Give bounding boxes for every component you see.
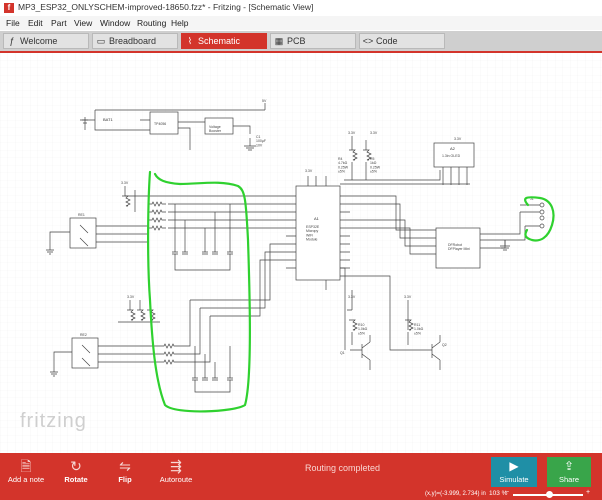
schematic-canvas[interactable]: BAT1 TP4056 Voltage Booster C1 100µF 10V 5V… (0, 53, 602, 453)
tab-breadboard[interactable]: ▭ Breadboard (92, 33, 178, 49)
flip-button[interactable]: ⇋ Flip (108, 457, 142, 484)
code-icon: <> (362, 36, 374, 46)
menu-routing[interactable]: Routing (137, 18, 166, 28)
v33-label-2: 3.3V (370, 131, 378, 135)
menu-file[interactable]: File (6, 18, 20, 28)
sw1-label: RE1 (78, 213, 85, 217)
zoom-slider[interactable] (513, 491, 583, 498)
booster-label: Voltage Booster (209, 125, 222, 133)
flip-icon: ⇋ (119, 458, 131, 474)
v33-left-label: 3.3V (121, 181, 129, 185)
simulate-button[interactable]: ▶ Simulate (491, 457, 537, 487)
tab-code[interactable]: <> Code (359, 33, 445, 49)
tab-welcome[interactable]: ƒ Welcome (3, 33, 89, 49)
power-5v-label: 5V (262, 99, 267, 103)
cursor-coordinates: (x,y)=(-3.999, 2.734) in (425, 491, 486, 497)
bat1-label: BAT1 (103, 117, 113, 122)
view-tab-bar: ƒ Welcome ▭ Breadboard ⌇ Schematic ▦ PCB <> C… (0, 31, 602, 53)
v33-label-1: 3.3V (348, 131, 356, 135)
rotate-button[interactable]: ↻ Rotate (58, 457, 94, 484)
breadboard-icon: ▭ (96, 36, 106, 46)
menu-edit[interactable]: Edit (28, 18, 43, 28)
oled-v33-label: 3.3V (454, 137, 462, 141)
esp-v33-label: 3.3V (305, 169, 313, 173)
pcb-icon: ▦ (274, 36, 284, 46)
rotate-icon: ↻ (70, 458, 82, 474)
zoom-in-icon[interactable]: + (586, 489, 590, 496)
tp4056-label: TP4056 (154, 122, 166, 126)
window-title-bar: f MP3_ESP32_ONLYSCHEM-improved-18650.fzz… (0, 0, 602, 17)
menu-view[interactable]: View (74, 18, 92, 28)
autoroute-button[interactable]: ⇶ Autoroute (156, 457, 196, 484)
bottom-toolbar: 🗎 Add a note ↻ Rotate ⇋ Flip ⇶ Autoroute… (0, 453, 602, 500)
schematic-icon: ⌇ (187, 36, 193, 46)
v33-q2-label: 3.3V (404, 295, 412, 299)
q2-label: Q2 (442, 343, 447, 347)
menu-window[interactable]: Window (100, 18, 130, 28)
menu-help[interactable]: Help (171, 18, 188, 28)
routing-status: Routing completed (305, 463, 381, 473)
schematic-drawing: BAT1 TP4056 Voltage Booster C1 100µF 10V 5V… (0, 53, 602, 453)
tab-schematic[interactable]: ⌇ Schematic (181, 33, 267, 49)
esp-ref-label: A1 (314, 216, 320, 221)
tab-pcb[interactable]: ▦ PCB (270, 33, 356, 49)
fritzing-app-icon: f (4, 3, 14, 13)
share-icon: ⇪ (563, 459, 575, 473)
window-title: MP3_ESP32_ONLYSCHEM-improved-18650.fzz* … (18, 2, 314, 12)
autoroute-icon: ⇶ (170, 458, 182, 474)
v33-left2-label: 3.3V (127, 295, 135, 299)
oled-name-label: 1.3in OLED (442, 154, 461, 158)
v33-q1-label: 3.3V (348, 295, 356, 299)
oled-ref-label: A2 (450, 146, 456, 151)
sw2-label: RE2 (80, 333, 87, 337)
play-icon: ▶ (509, 459, 519, 473)
share-button[interactable]: ⇪ Share (547, 457, 591, 487)
fritzing-watermark: fritzing (20, 410, 87, 432)
q1-label: Q1 (340, 351, 345, 355)
f-logo-icon: ƒ (9, 36, 15, 46)
zoom-slider-handle[interactable] (546, 491, 553, 498)
note-icon: 🗎 (20, 458, 32, 474)
add-note-button[interactable]: 🗎 Add a note (6, 457, 46, 484)
menu-part[interactable]: Part (51, 18, 67, 28)
menu-bar: File Edit Part View Window Routing Help (0, 16, 602, 30)
zoom-out-icon[interactable]: − (505, 489, 509, 496)
